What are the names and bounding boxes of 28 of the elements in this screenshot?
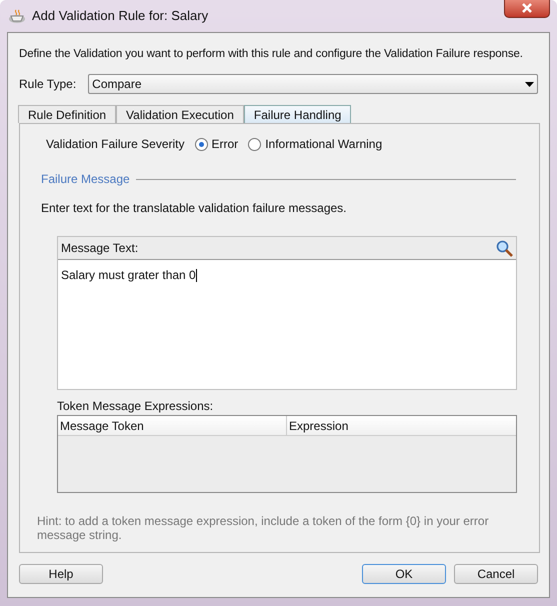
- radio-button[interactable]: [248, 138, 262, 150]
- close-icon: [521, 3, 533, 13]
- dialog-button[interactable]: Help: [19, 564, 103, 584]
- severity-label: Validation Failure Severity: [46, 136, 185, 153]
- dialog-button[interactable]: OK: [362, 564, 446, 584]
- radio-button[interactable]: [194, 138, 208, 150]
- tab[interactable]: Validation Execution: [116, 105, 244, 123]
- hint-text: Hint: to add a token message expression, include a token of the form {0} in your error message string.: [37, 514, 490, 542]
- column-header[interactable]: Expression: [287, 416, 516, 435]
- tab[interactable]: Rule Definition: [18, 105, 116, 123]
- radio-label: Error: [212, 136, 238, 153]
- token-table-label: Token Message Expressions:: [57, 398, 214, 415]
- coffee-cup-icon: [8, 8, 26, 24]
- dialog-button[interactable]: Cancel: [454, 564, 538, 584]
- window-title: Add Validation Rule for: Salary: [32, 7, 208, 26]
- message-text-label: Message Text:: [61, 240, 138, 257]
- section-heading: Failure Message: [41, 171, 130, 188]
- dropdown-arrow-icon: [525, 82, 534, 86]
- radio-label: Informational Warning: [265, 136, 382, 153]
- message-text-area[interactable]: Salary must grater than 0: [58, 259, 516, 389]
- intro-text: Define the Validation you want to perform with this rule and configure the Validation Failure response.: [19, 46, 524, 62]
- tab[interactable]: Failure Handling: [244, 105, 352, 123]
- close-button[interactable]: [504, 0, 550, 18]
- search-icon[interactable]: [496, 240, 513, 256]
- instructions-text: Enter text for the translatable validation failure messages.: [41, 200, 348, 217]
- column-header[interactable]: Message Token: [58, 416, 287, 435]
- rule-type-label: Rule Type:: [19, 76, 76, 93]
- rule-type-dropdown[interactable]: Compare: [88, 74, 538, 94]
